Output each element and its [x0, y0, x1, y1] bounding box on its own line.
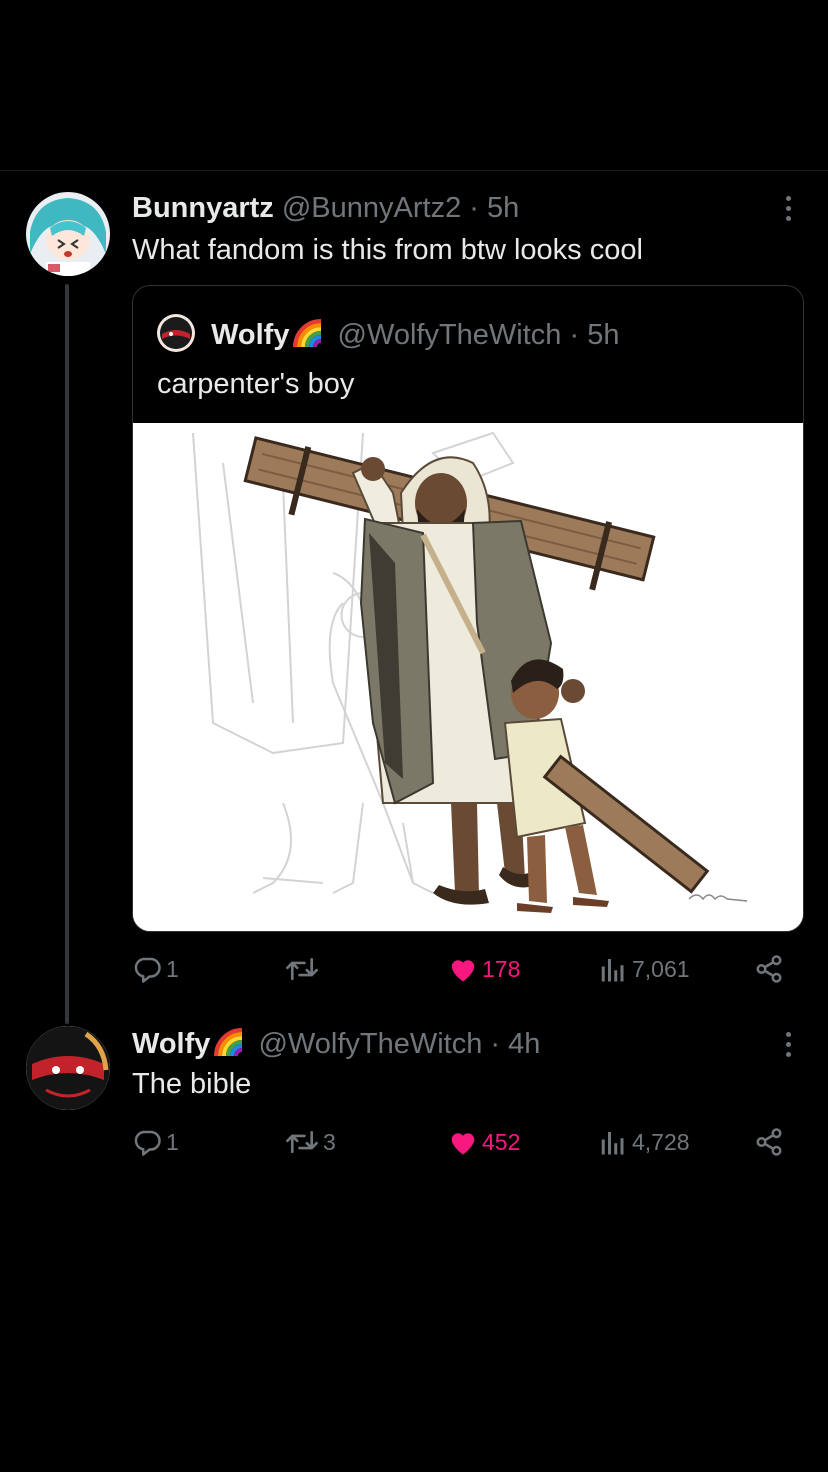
tweet-text: What fandom is this from btw looks cool	[132, 234, 643, 266]
quoted-avatar	[157, 314, 195, 352]
quoted-header: Wolfy @WolfyTheWitch · 5h	[157, 314, 619, 353]
quoted-timestamp[interactable]: 5h	[587, 319, 619, 351]
view-count: 4,728	[632, 1128, 690, 1155]
like-count: 178	[482, 955, 521, 982]
tweet-actions: 1 178 7,061	[132, 949, 792, 989]
like-count: 452	[482, 1128, 521, 1155]
retweet-count: 3	[323, 1128, 336, 1155]
reply-tweet-1[interactable]: Bunnyartz @BunnyArtz2 · 5h What fandom i…	[0, 0, 828, 1024]
reply-count: 1	[166, 1128, 179, 1155]
quoted-image[interactable]	[133, 423, 803, 931]
heart-icon	[451, 1133, 475, 1155]
like-button[interactable]: 178	[448, 949, 520, 989]
quoted-text: carpenter's boy	[157, 368, 355, 400]
retweet-icon	[286, 957, 318, 981]
share-icon	[756, 1128, 782, 1156]
view-count: 7,061	[632, 955, 690, 982]
share-button[interactable]	[754, 1122, 784, 1162]
share-button[interactable]	[754, 949, 784, 989]
rainbow-emoji	[293, 319, 323, 349]
artwork-illustration	[133, 423, 803, 931]
tweet-header: Bunnyartz @BunnyArtz2 · 5h	[132, 190, 519, 226]
retweet-icon	[286, 1130, 318, 1154]
views-icon	[601, 959, 624, 982]
reply-button[interactable]: 1	[132, 949, 179, 989]
display-name[interactable]: Wolfy	[132, 1028, 210, 1060]
tweet-actions: 1 3 452 4,728	[132, 1122, 792, 1162]
quoted-display-name[interactable]: Wolfy	[211, 319, 289, 351]
more-icon[interactable]	[784, 196, 792, 226]
retweet-button[interactable]	[285, 949, 323, 989]
views-button[interactable]: 7,061	[598, 949, 690, 989]
reply-tweet-2[interactable]: Wolfy @WolfyTheWitch · 4h The bible 1 3 …	[0, 1020, 828, 1180]
avatar[interactable]	[26, 1026, 110, 1110]
like-button[interactable]: 452	[448, 1122, 520, 1162]
user-handle[interactable]: @WolfyTheWitch	[258, 1028, 482, 1060]
user-handle[interactable]: @BunnyArtz2	[282, 192, 461, 224]
retweet-button[interactable]: 3	[285, 1122, 336, 1162]
quoted-handle[interactable]: @WolfyTheWitch	[338, 319, 562, 351]
timestamp[interactable]: 5h	[487, 192, 519, 224]
avatar-image	[26, 192, 110, 276]
separator: ·	[490, 1028, 501, 1060]
avatar[interactable]	[26, 192, 110, 276]
views-icon	[601, 1132, 624, 1155]
reply-icon	[134, 1130, 161, 1156]
reply-icon	[134, 957, 161, 983]
rainbow-emoji	[214, 1028, 244, 1058]
display-name[interactable]: Bunnyartz	[132, 192, 274, 224]
reply-count: 1	[166, 955, 179, 982]
tweet-text: The bible	[132, 1068, 252, 1100]
heart-icon	[451, 960, 475, 982]
reply-button[interactable]: 1	[132, 1122, 179, 1162]
share-icon	[756, 955, 782, 983]
avatar-image	[26, 1026, 110, 1110]
thread-line	[65, 284, 69, 1024]
more-icon[interactable]	[784, 1032, 792, 1062]
separator: ·	[469, 192, 479, 224]
quoted-tweet[interactable]: Wolfy @WolfyTheWitch · 5h carpenter's bo…	[132, 285, 804, 932]
separator: ·	[569, 319, 580, 351]
tweet-header: Wolfy @WolfyTheWitch · 4h	[132, 1026, 540, 1062]
views-button[interactable]: 4,728	[598, 1122, 690, 1162]
timestamp[interactable]: 4h	[508, 1028, 540, 1060]
